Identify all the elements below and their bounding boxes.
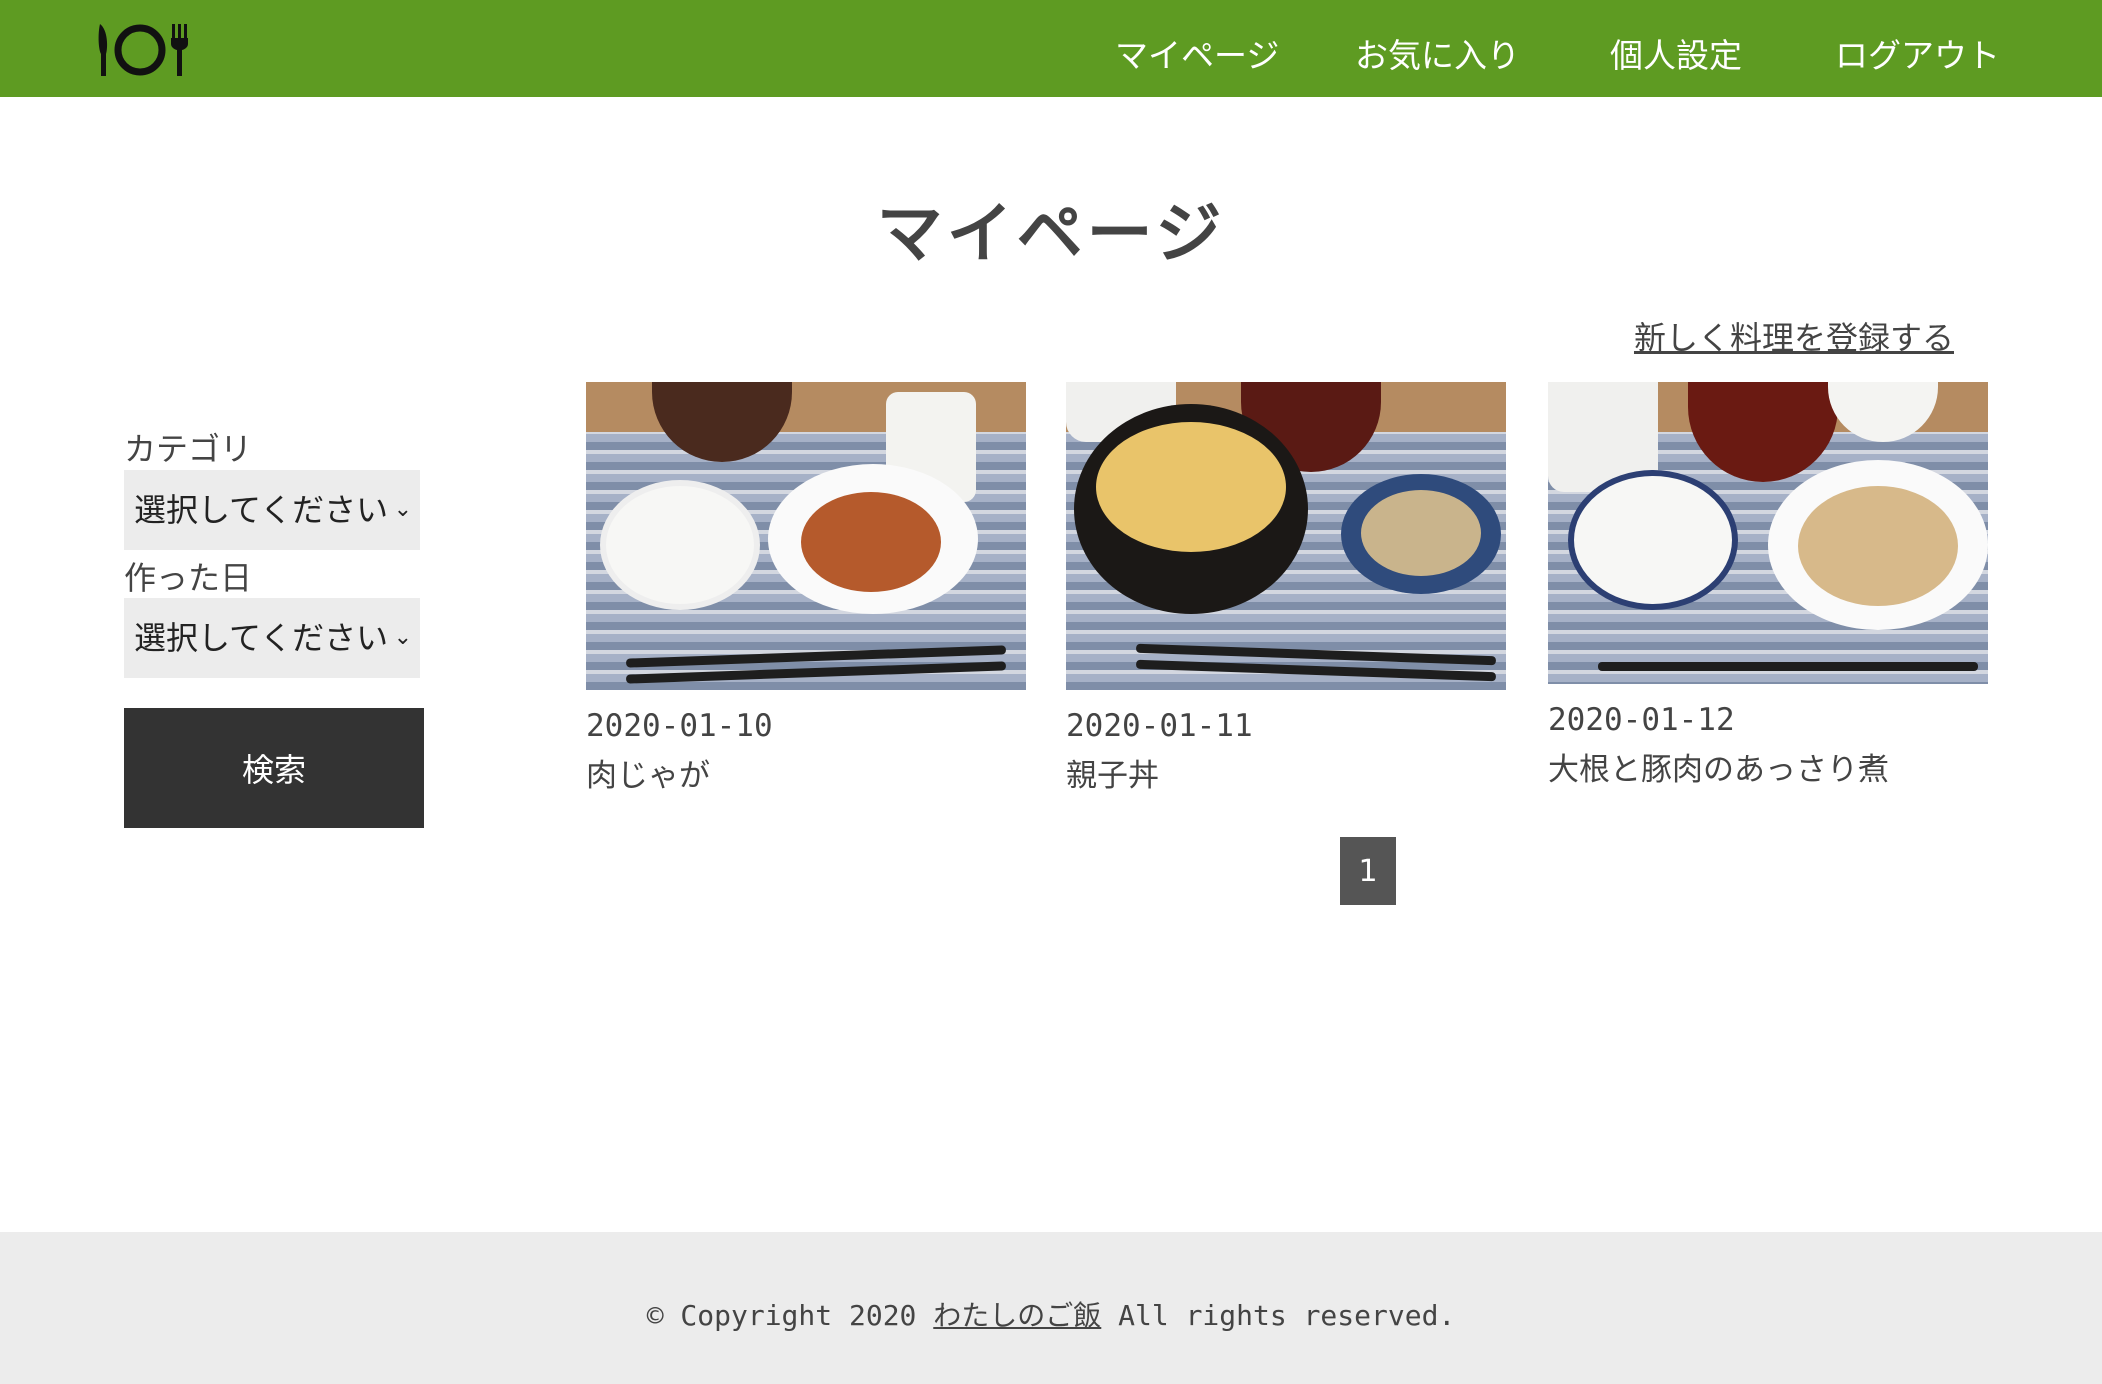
date-select[interactable]: 選択してください ⌄ (124, 598, 420, 678)
copyright-prefix: © Copyright 2020 (646, 1299, 934, 1332)
nav-favorites[interactable]: お気に入り (1355, 28, 1520, 84)
dish-name: 大根と豚肉のあっさり煮 (1548, 752, 1889, 788)
dish-card[interactable]: 2020-01-10 肉じゃが (586, 382, 1026, 795)
search-button[interactable]: 検索 (124, 708, 424, 828)
page-title: マイページ (876, 195, 1226, 272)
nav-mypage[interactable]: マイページ (1115, 28, 1279, 84)
date-label: 作った日 (124, 559, 253, 597)
dish-card[interactable]: 2020-01-12 大根と豚肉のあっさり煮 (1548, 382, 1988, 789)
dish-name: 親子丼 (1066, 758, 1159, 794)
chevron-down-icon: ⌄ (393, 497, 412, 522)
chevron-down-icon: ⌄ (393, 625, 412, 650)
dish-photo[interactable] (586, 382, 1026, 690)
site-footer: © Copyright 2020 わたしのご飯 All rights reser… (0, 1232, 2102, 1384)
dish-date: 2020-01-10 (586, 708, 773, 744)
copyright-text: © Copyright 2020 わたしのご飯 All rights reser… (0, 1294, 2102, 1334)
category-select[interactable]: 選択してください ⌄ (124, 470, 420, 550)
dish-date: 2020-01-12 (1548, 702, 1735, 738)
nav-logout[interactable]: ログアウト (1835, 28, 2000, 84)
copyright-suffix: All rights reserved. (1101, 1299, 1456, 1332)
category-select-value: 選択してください (134, 491, 389, 529)
main-nav: マイページ お気に入り 個人設定 ログアウト (0, 28, 2102, 88)
nav-settings[interactable]: 個人設定 (1610, 28, 1742, 84)
date-select-value: 選択してください (134, 619, 389, 657)
register-dish-link[interactable]: 新しく料理を登録する (1634, 313, 1954, 359)
pagination-current-page[interactable]: 1 (1340, 837, 1396, 905)
category-label: カテゴリ (124, 430, 253, 468)
dish-name: 肉じゃが (586, 758, 710, 794)
dish-card[interactable]: 2020-01-11 親子丼 (1066, 382, 1506, 795)
dish-photo[interactable] (1066, 382, 1506, 690)
dish-photo[interactable] (1548, 382, 1988, 684)
dish-date: 2020-01-11 (1066, 708, 1253, 744)
site-header: マイページ お気に入り 個人設定 ログアウト (0, 0, 2102, 97)
site-name-link[interactable]: わたしのご飯 (933, 1299, 1101, 1332)
